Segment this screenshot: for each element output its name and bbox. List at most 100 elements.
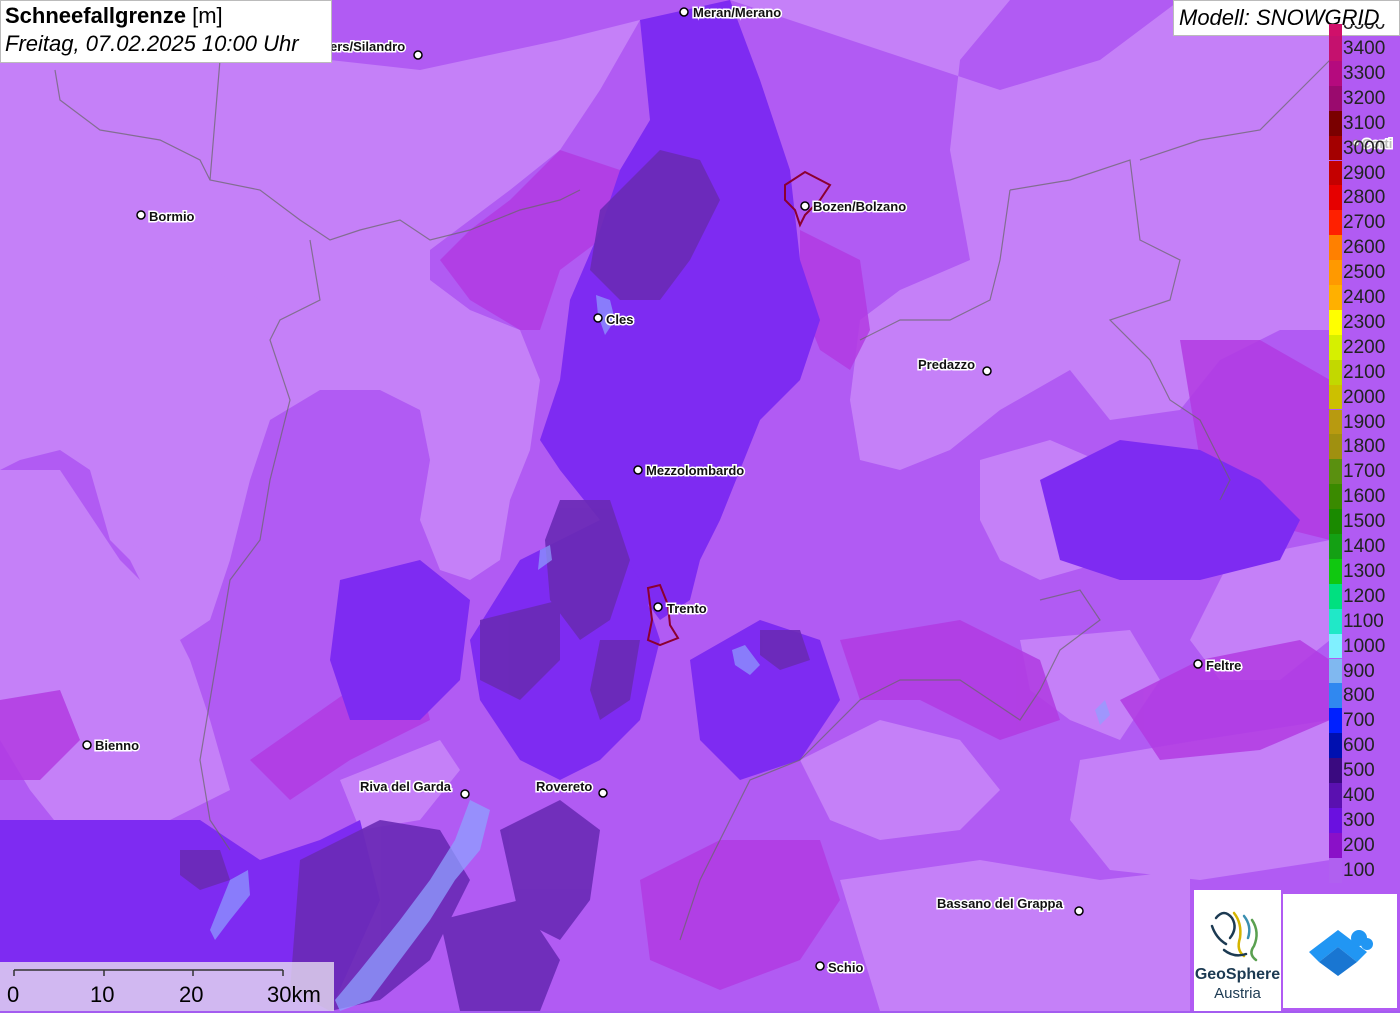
svg-text:Predazzo: Predazzo	[918, 357, 975, 372]
legend-label: 2300	[1343, 311, 1386, 333]
legend-label: 2900	[1343, 162, 1386, 184]
svg-text:Mezzolombardo: Mezzolombardo	[646, 463, 744, 478]
legend-swatch	[1329, 832, 1342, 858]
legend-swatch	[1329, 459, 1342, 485]
legend-label: 800	[1343, 685, 1375, 707]
legend-row: 800	[1329, 683, 1400, 709]
legend-row: 1600	[1329, 484, 1400, 510]
geosphere-emblem-icon	[1210, 911, 1258, 962]
legend-row: 1700	[1329, 459, 1400, 485]
legend-swatch	[1329, 384, 1342, 410]
legend-swatch	[1329, 733, 1342, 759]
legend-swatch	[1329, 85, 1342, 111]
scale-tick-0: 0	[7, 982, 20, 1007]
legend-label: 2100	[1343, 361, 1386, 383]
svg-text:Cles: Cles	[606, 312, 633, 327]
legend-label: 500	[1343, 760, 1375, 782]
legend-row: 100	[1329, 857, 1400, 883]
legend-swatch	[1329, 334, 1342, 360]
legend-swatch	[1329, 285, 1342, 310]
geosphere-text-2: Austria	[1214, 985, 1261, 1002]
legend-swatch	[1329, 558, 1342, 584]
legend-swatch	[1329, 633, 1342, 659]
legend-swatch	[1329, 309, 1342, 335]
legend-swatch	[1329, 24, 1342, 36]
legend-label: 2200	[1343, 336, 1386, 358]
map-title-unit: [m]	[192, 3, 223, 28]
legend-swatch	[1329, 534, 1342, 559]
snow-app-logo[interactable]	[1283, 894, 1397, 1008]
legend-swatch	[1329, 110, 1342, 136]
geosphere-text-1: GeoSphere	[1194, 966, 1281, 983]
legend-swatch	[1329, 235, 1342, 261]
scale-tick-30km: 30km	[267, 982, 321, 1007]
svg-text:Bormio: Bormio	[149, 209, 195, 224]
legend-row: 3300	[1329, 60, 1400, 86]
geosphere-logo[interactable]: GeoSphere Austria	[1194, 890, 1281, 1011]
legend-row: 2100	[1329, 359, 1400, 385]
legend-row: 1100	[1329, 608, 1400, 634]
svg-text:Bassano del Grappa: Bassano del Grappa	[937, 896, 1063, 911]
legend-label: 100	[1343, 859, 1375, 881]
legend-swatch	[1329, 608, 1342, 634]
legend-swatch	[1329, 36, 1342, 61]
city-mezzolombardo[interactable]: Mezzolombardo	[633, 462, 746, 480]
svg-text:Trento: Trento	[667, 601, 707, 616]
svg-text:Meran/Merano: Meran/Merano	[693, 5, 781, 20]
legend-row: 2200	[1329, 334, 1400, 360]
legend-row: 2500	[1329, 260, 1400, 285]
legend-label: 3500	[1343, 24, 1385, 36]
legend-swatch	[1329, 434, 1342, 460]
legend-swatch	[1329, 359, 1342, 385]
legend-label: 1900	[1343, 411, 1386, 433]
legend-swatch	[1329, 60, 1342, 86]
legend-swatch	[1329, 210, 1342, 236]
legend-swatch	[1329, 409, 1342, 435]
city-meran[interactable]: Meran/Merano	[679, 4, 783, 22]
scale-tick-20: 20	[179, 982, 204, 1007]
snowflake-house-icon	[1309, 930, 1373, 976]
svg-text:Bozen/Bolzano: Bozen/Bolzano	[813, 199, 906, 214]
map-title-text: Schneefallgrenze	[5, 3, 186, 28]
color-legend: 3500 3400 3300 3200 3100 3000 2900 2800 2700 260…	[1329, 24, 1400, 889]
legend-label: 700	[1343, 710, 1375, 732]
legend-row: 500	[1329, 758, 1400, 783]
legend-label: 1100	[1343, 610, 1384, 632]
map-date: Freitag, 07.02.2025 10:00 Uhr	[5, 31, 299, 56]
legend-label: 1000	[1343, 635, 1386, 657]
legend-row: 2400	[1329, 285, 1400, 310]
legend-row: 900	[1329, 658, 1400, 684]
snowfall-limit-map[interactable]: Meran/Merano ers/Silandro Bormio Bozen/B…	[0, 0, 1400, 1011]
legend-label: 2700	[1343, 212, 1386, 234]
legend-swatch	[1329, 160, 1342, 186]
legend-row: 1200	[1329, 583, 1400, 609]
legend-row: 1300	[1329, 558, 1400, 584]
svg-text:Rovereto: Rovereto	[536, 779, 592, 794]
legend-row: 3200	[1329, 85, 1400, 111]
legend-row: 600	[1329, 733, 1400, 759]
legend-swatch	[1329, 658, 1342, 684]
legend-row: 3100	[1329, 110, 1400, 136]
legend-label: 3400	[1343, 38, 1386, 59]
legend-label: 2800	[1343, 187, 1386, 209]
legend-label: 900	[1343, 660, 1375, 682]
legend-label: 2400	[1343, 287, 1386, 308]
legend-row: 300	[1329, 807, 1400, 833]
legend-row: 2000	[1329, 384, 1400, 410]
legend-label: 1400	[1343, 536, 1386, 557]
city-bolzano[interactable]: Bozen/Bolzano	[800, 198, 908, 216]
legend-swatch	[1329, 260, 1342, 285]
legend-label: 3200	[1343, 87, 1386, 109]
legend-label: 3100	[1343, 112, 1386, 134]
map-title: Schneefallgrenze [m]	[5, 3, 327, 29]
legend-label: 300	[1343, 809, 1375, 831]
legend-label: 400	[1343, 785, 1375, 806]
scale-tick-10: 10	[90, 982, 115, 1007]
legend-row: 2900	[1329, 160, 1400, 186]
legend-swatch	[1329, 484, 1342, 510]
legend-label: 1800	[1343, 436, 1386, 458]
svg-text:Schio: Schio	[828, 960, 863, 975]
legend-label: 600	[1343, 735, 1375, 757]
legend-label: 1300	[1343, 560, 1386, 582]
legend-row: 1800	[1329, 434, 1400, 460]
